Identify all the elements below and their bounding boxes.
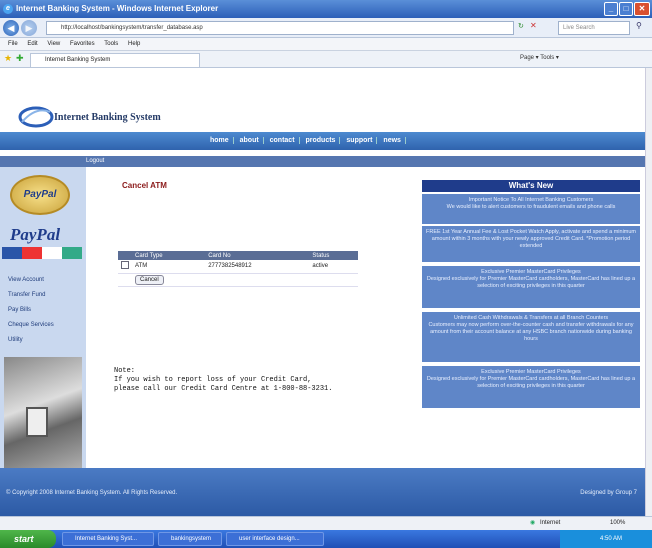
card-table: Card Type Card No Status ATM 27773825489…	[118, 251, 358, 287]
add-favorite-icon[interactable]: ✚	[16, 53, 24, 64]
stop-icon[interactable]: ✕	[530, 21, 537, 30]
menu-favorites[interactable]: Favorites	[70, 41, 95, 47]
window-title: Internet Banking System - Windows Intern…	[16, 4, 219, 13]
monitor-icon	[26, 407, 48, 437]
close-button[interactable]: ✕	[634, 2, 650, 16]
cancel-button[interactable]: Cancel	[135, 274, 164, 285]
whats-new-panel: What's New Important Notice To All Inter…	[422, 180, 640, 412]
taskbar: start Internet Banking Syst... bankingsy…	[0, 530, 652, 548]
window-titlebar: e Internet Banking System - Windows Inte…	[0, 0, 652, 18]
search-icon[interactable]: ⚲	[636, 21, 642, 30]
copyright-text: © Copyright 2008 Internet Banking System…	[6, 490, 178, 496]
table-row: ATM 2777382548912 active	[118, 260, 358, 274]
sidebar-item-utility[interactable]: Utility	[8, 337, 54, 352]
nav-about[interactable]: about	[235, 137, 264, 144]
taskbar-word[interactable]: user interface design...	[226, 532, 324, 546]
side-nav: View Account Transfer Fund Pay Bills Che…	[8, 277, 54, 352]
minimize-button[interactable]: _	[604, 2, 618, 16]
note-text: Note: If you wish to report loss of your…	[114, 367, 333, 393]
card-number-cell: 2777382548912	[205, 260, 310, 274]
news-item: Exclusive Premier MasterCard Privileges …	[422, 266, 640, 308]
address-input[interactable]: http://localhost/bankingsystem/transfer_…	[46, 21, 514, 35]
menu-bar: File Edit View Favorites Tools Help	[0, 38, 652, 51]
nav-support[interactable]: support	[342, 137, 378, 144]
taskbar-folder[interactable]: bankingsystem	[158, 532, 222, 546]
col-card-no: Card No	[205, 251, 310, 260]
card-checkbox[interactable]	[121, 261, 129, 270]
news-item: Important Notice To All Internet Banking…	[422, 194, 640, 224]
status-bar: ◉ Internet 100%	[0, 516, 652, 530]
col-status: Status	[309, 251, 358, 260]
bank-logo-icon	[18, 106, 54, 128]
page-viewport: Internet Banking System home about conta…	[0, 68, 645, 516]
address-bar-row: ◀ ▶ http://localhost/bankingsystem/trans…	[0, 18, 652, 38]
globe-icon: ◉	[530, 520, 536, 526]
menu-tools[interactable]: Tools	[104, 41, 118, 47]
vertical-scrollbar[interactable]	[645, 68, 652, 516]
logout-bar: Logout	[0, 156, 645, 167]
maximize-button[interactable]: □	[619, 2, 633, 16]
search-input[interactable]: Live Search	[558, 21, 630, 35]
designer-credit: Designed by Group 7	[580, 490, 637, 496]
tab-title: Internet Banking System	[45, 57, 111, 63]
sidebar-item-transfer-fund[interactable]: Transfer Fund	[8, 292, 54, 307]
back-icon[interactable]: ◀	[3, 20, 19, 36]
whats-new-heading: What's New	[422, 180, 640, 192]
site-name: Internet Banking System	[54, 112, 161, 123]
page-title: Cancel ATM	[122, 181, 167, 190]
browser-tab[interactable]: Internet Banking System	[30, 53, 200, 67]
card-type-cell: ATM	[132, 260, 206, 274]
zone-label: Internet	[540, 520, 561, 526]
sidebar-item-cheque-services[interactable]: Cheque Services	[8, 322, 54, 337]
site-nav: home about contact products support news	[0, 132, 645, 150]
site-footer: © Copyright 2008 Internet Banking System…	[0, 468, 645, 516]
nav-news[interactable]: news	[379, 137, 406, 144]
nav-products[interactable]: products	[301, 137, 341, 144]
forward-icon[interactable]: ▶	[21, 20, 37, 36]
menu-help[interactable]: Help	[128, 41, 140, 47]
start-button[interactable]: start	[0, 530, 56, 548]
paypal-logo: PayPal	[10, 225, 61, 244]
sidebar-item-pay-bills[interactable]: Pay Bills	[8, 307, 54, 322]
sidebar-photo	[4, 357, 82, 477]
clock: 4:50 AM	[600, 536, 623, 542]
sidebar: PayPal PayPal View Account Transfer Fund…	[0, 167, 86, 516]
card-status-cell: active	[309, 260, 358, 274]
menu-view[interactable]: View	[47, 41, 60, 47]
ie-icon: e	[3, 4, 13, 14]
logout-link[interactable]: Logout	[86, 156, 104, 167]
news-item: Exclusive Premier MasterCard Privileges …	[422, 366, 640, 408]
favorites-bar: ★ ✚ Internet Banking System Page ▾ Tools…	[0, 51, 652, 68]
refresh-icon[interactable]: ↻	[518, 22, 524, 30]
paypal-verified-badge: PayPal	[10, 175, 70, 215]
system-tray: 4:50 AM	[560, 530, 652, 548]
taskbar-ie[interactable]: Internet Banking Syst...	[62, 532, 154, 546]
news-item: FREE 1st Year Annual Fee & Lost Pocket W…	[422, 226, 640, 262]
favorites-star-icon[interactable]: ★	[4, 53, 12, 64]
card-logos	[2, 247, 82, 259]
nav-contact[interactable]: contact	[265, 137, 300, 144]
site-header: Internet Banking System home about conta…	[0, 68, 645, 150]
sidebar-item-view-account[interactable]: View Account	[8, 277, 54, 292]
zoom-level[interactable]: 100%	[610, 517, 625, 530]
nav-home[interactable]: home	[206, 137, 234, 144]
menu-edit[interactable]: Edit	[27, 41, 37, 47]
main-content: Cancel ATM Card Type Card No Status ATM …	[86, 167, 416, 516]
col-card-type: Card Type	[132, 251, 206, 260]
menu-file[interactable]: File	[8, 41, 18, 47]
news-item: Unlimited Cash Withdrawals & Transfers a…	[422, 312, 640, 362]
command-bar[interactable]: Page ▾ Tools ▾	[520, 54, 559, 61]
